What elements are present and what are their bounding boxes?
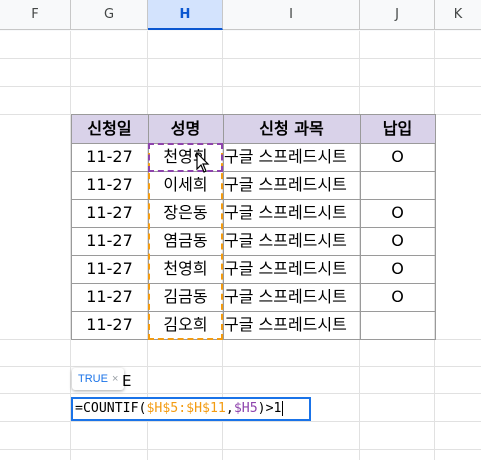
- table-cell-course[interactable]: 구글 스프레드시트: [223, 143, 360, 171]
- table-cell-paid[interactable]: O: [360, 199, 435, 227]
- range-highlight-h5: [148, 143, 223, 172]
- table-cell-paid[interactable]: O: [360, 143, 435, 171]
- tooltip-value: TRUE: [78, 373, 108, 385]
- table-cell-date[interactable]: 11-27: [71, 227, 148, 255]
- formula-result-tooltip: TRUE ×: [72, 368, 125, 390]
- header-name[interactable]: 성명: [148, 115, 223, 143]
- table-cell-date[interactable]: 11-27: [71, 199, 148, 227]
- formula-range-criterion: $H5: [233, 401, 258, 416]
- table-cell-paid[interactable]: O: [360, 255, 435, 283]
- table-cell-date[interactable]: 11-27: [71, 171, 148, 199]
- table-cell-course[interactable]: 구글 스프레드시트: [223, 311, 360, 339]
- column-header-k[interactable]: K: [435, 0, 481, 30]
- formula-range-absolute: $H$5:$H$11: [146, 401, 226, 416]
- table-cell-date[interactable]: 11-27: [71, 143, 148, 171]
- column-header-g[interactable]: G: [71, 0, 148, 30]
- table-cell-paid[interactable]: [360, 311, 435, 339]
- close-icon[interactable]: ×: [112, 373, 118, 385]
- formula-input[interactable]: =COUNTIF($H$5:$H$11,$H5)>1: [71, 397, 311, 421]
- column-header-bar: F G H I J K: [0, 0, 481, 31]
- column-header-j[interactable]: J: [360, 0, 435, 30]
- column-header-f[interactable]: F: [0, 0, 71, 30]
- pointer-cursor-icon: [196, 151, 210, 174]
- column-header-i[interactable]: I: [223, 0, 360, 30]
- range-highlight-h5-h11: [148, 143, 223, 340]
- formula-prefix: =COUNTIF(: [75, 401, 147, 416]
- table-cell-course[interactable]: 구글 스프레드시트: [223, 199, 360, 227]
- table-cell-course[interactable]: 구글 스프레드시트: [223, 171, 360, 199]
- table-cell-course[interactable]: 구글 스프레드시트: [223, 283, 360, 311]
- table-cell-date[interactable]: 11-27: [71, 311, 148, 339]
- text-caret: [282, 400, 284, 416]
- formula-comma: ,: [225, 401, 234, 416]
- table-cell-paid[interactable]: [360, 171, 435, 199]
- table-cell-course[interactable]: 구글 스프레드시트: [223, 227, 360, 255]
- header-date[interactable]: 신청일: [71, 115, 148, 143]
- column-header-h[interactable]: H: [148, 0, 223, 30]
- table-cell-paid[interactable]: O: [360, 283, 435, 311]
- header-paid[interactable]: 납입: [360, 115, 435, 143]
- table-cell-date[interactable]: 11-27: [71, 283, 148, 311]
- table-cell-date[interactable]: 11-27: [71, 255, 148, 283]
- header-course[interactable]: 신청 과목: [223, 115, 360, 143]
- underlying-cell-text: E: [122, 372, 132, 390]
- table-cell-course[interactable]: 구글 스프레드시트: [223, 255, 360, 283]
- formula-suffix: )>1: [257, 401, 282, 416]
- table-cell-paid[interactable]: O: [360, 227, 435, 255]
